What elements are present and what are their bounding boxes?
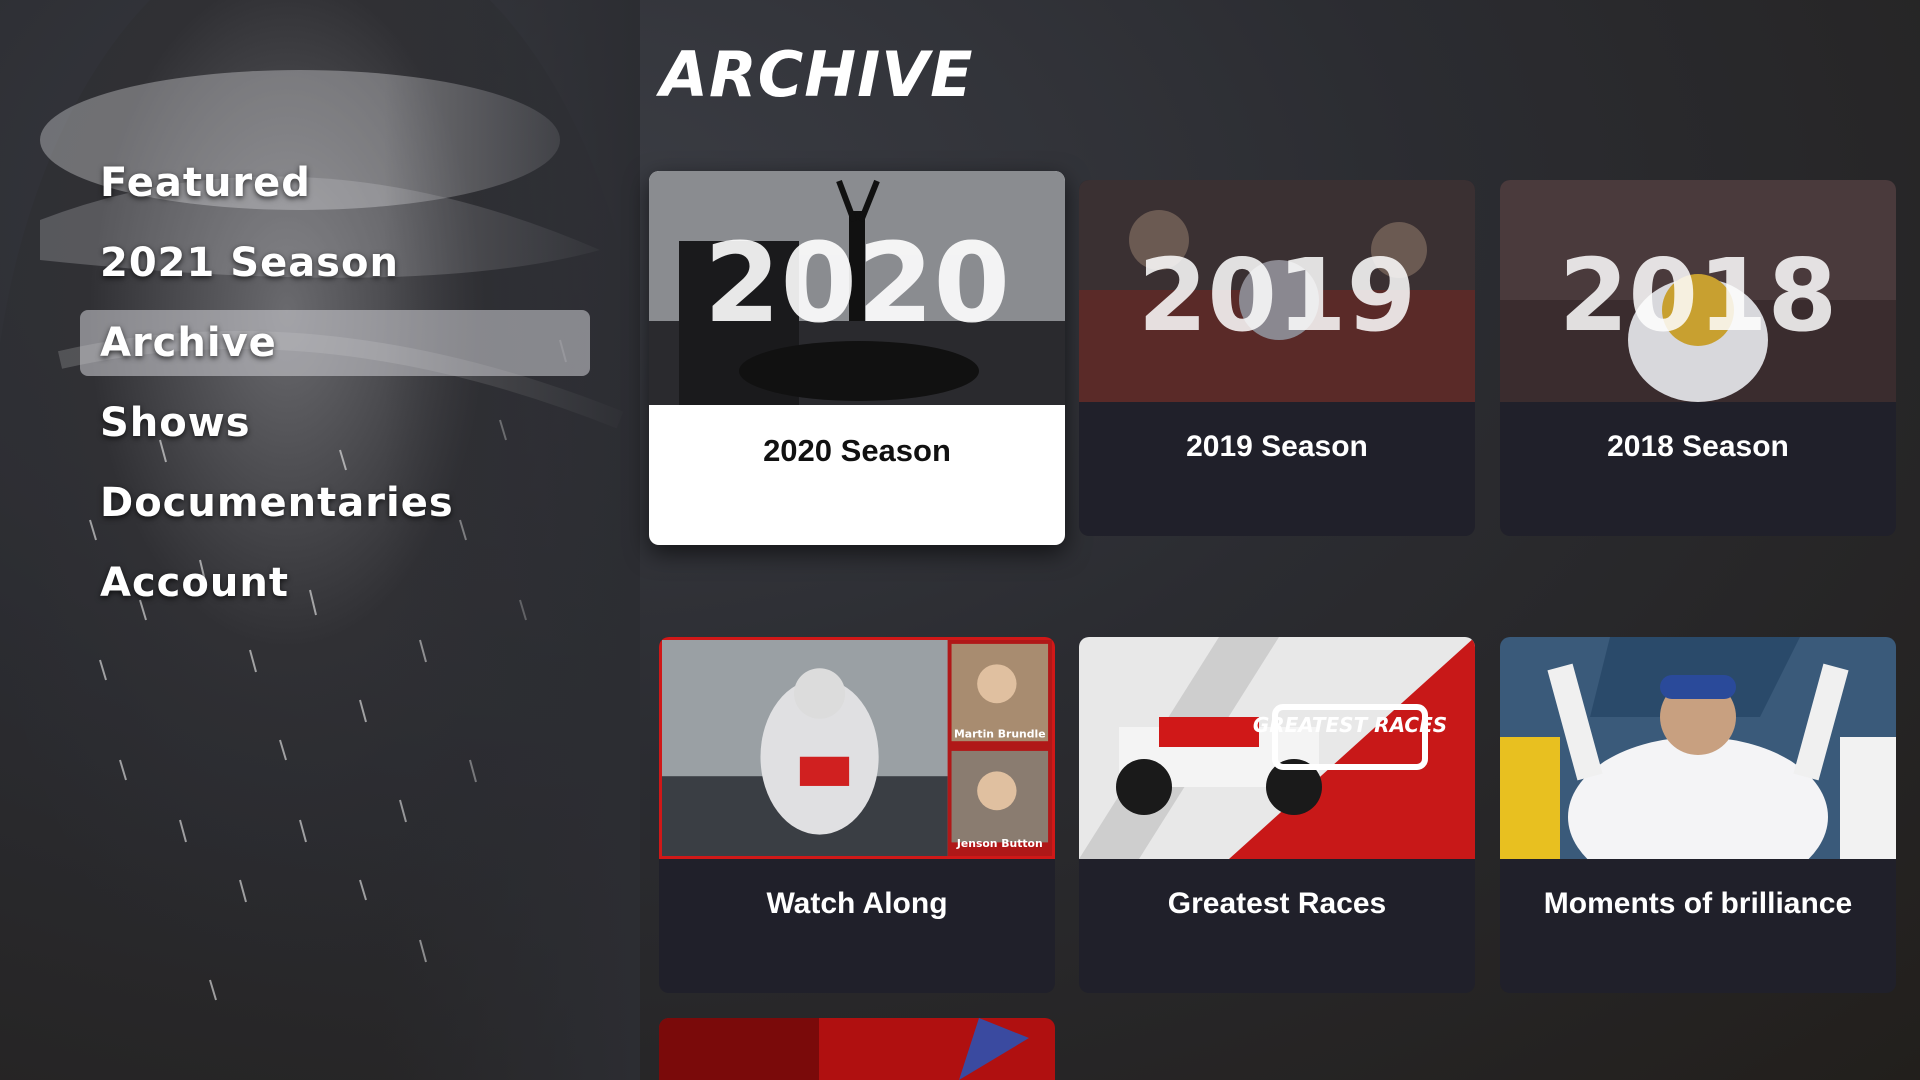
- side-navigation: Featured 2021 Season Archive Shows Docum…: [80, 150, 590, 630]
- card-moments-of-brilliance[interactable]: Moments of brilliance: [1500, 637, 1896, 993]
- card-thumbnail: Martin Brundle Jenson Button: [659, 637, 1055, 859]
- card-thumbnail: [1500, 637, 1896, 859]
- nav-item-featured[interactable]: Featured: [80, 150, 590, 216]
- card-label: Moments of brilliance: [1543, 887, 1853, 920]
- thumb-name-martin: Martin Brundle: [954, 727, 1046, 740]
- card-partial-next-row[interactable]: [659, 1018, 1055, 1080]
- card-thumbnail: 2019: [1079, 180, 1475, 402]
- nav-item-documentaries[interactable]: Documentaries: [80, 470, 590, 536]
- card-2019-season[interactable]: 2019 2019 Season: [1079, 180, 1475, 536]
- card-label: Greatest Races: [1167, 887, 1387, 920]
- card-label: 2019 Season: [1186, 430, 1368, 463]
- card-greatest-races[interactable]: GREATEST RACES Greatest Races: [1079, 637, 1475, 993]
- thumb-title-text: GREATEST RACES: [1253, 713, 1447, 737]
- card-label: 2018 Season: [1607, 430, 1789, 463]
- card-2018-season[interactable]: 2018 2018 Season: [1500, 180, 1896, 536]
- card-thumbnail: 2018: [1500, 180, 1896, 402]
- thumb-year-text: 2019: [1138, 237, 1416, 354]
- thumb-year-text: 2018: [1559, 237, 1837, 354]
- card-thumbnail: [659, 1018, 1055, 1080]
- card-2020-season[interactable]: 2020 2020 Season: [649, 171, 1065, 545]
- nav-item-account[interactable]: Account: [80, 550, 590, 616]
- thumb-name-jenson: Jenson Button: [956, 837, 1043, 850]
- nav-item-archive[interactable]: Archive: [80, 310, 590, 376]
- nav-item-shows[interactable]: Shows: [80, 390, 590, 456]
- nav-item-2021-season[interactable]: 2021 Season: [80, 230, 590, 296]
- thumb-year-text: 2020: [704, 219, 1010, 347]
- card-label: 2020 Season: [763, 433, 951, 468]
- page-title: ARCHIVE: [660, 38, 974, 111]
- card-thumbnail: GREATEST RACES: [1079, 637, 1475, 859]
- card-watch-along[interactable]: Martin Brundle Jenson Button Watch Along: [659, 637, 1055, 993]
- card-label: Watch Along: [766, 887, 948, 920]
- card-thumbnail: 2020: [649, 171, 1065, 405]
